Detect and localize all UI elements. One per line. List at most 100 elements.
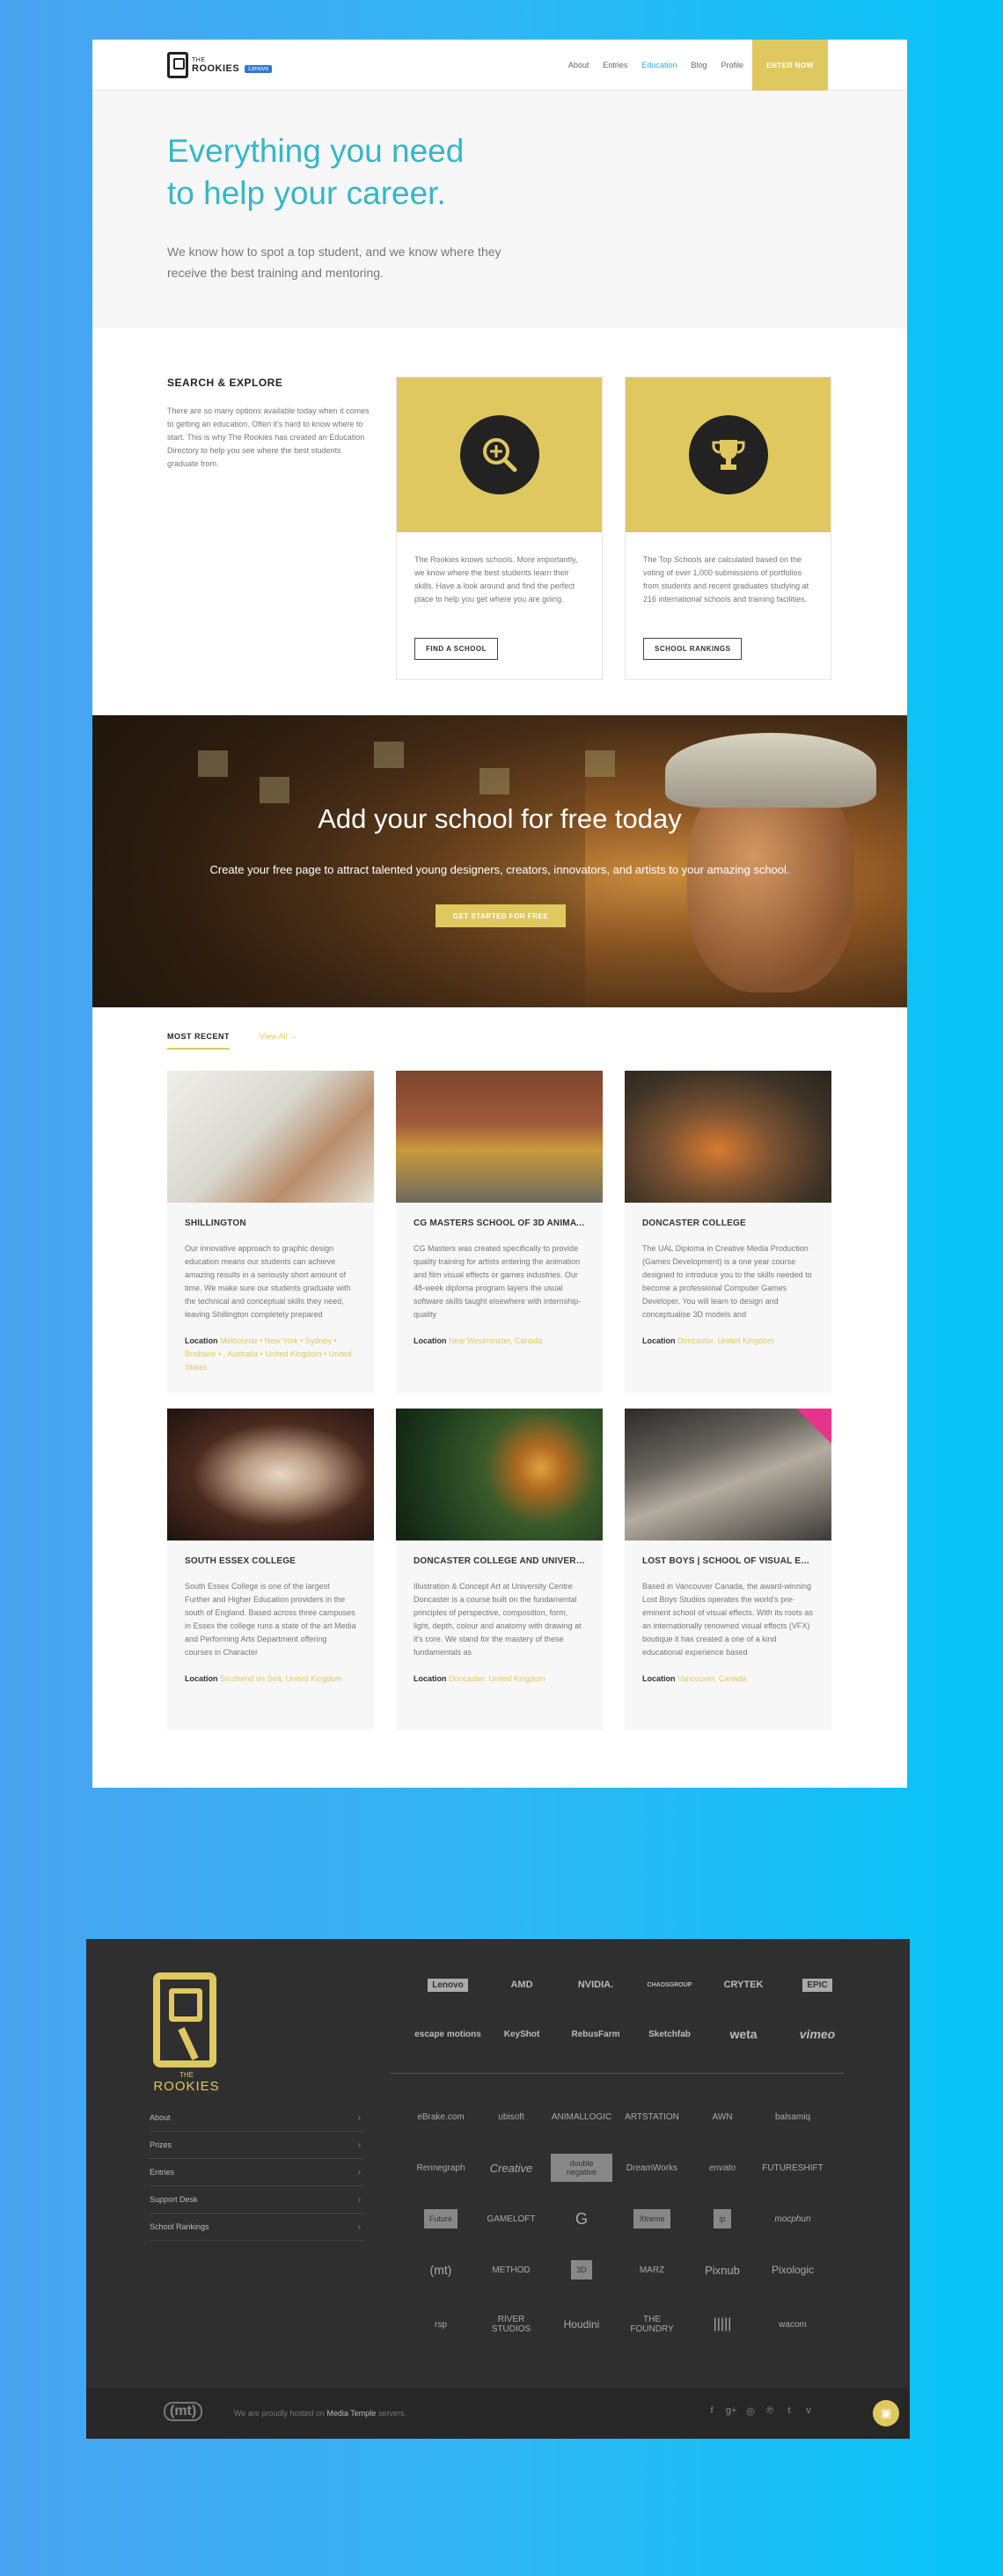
banner-note-decoration — [260, 777, 289, 803]
partner-logo[interactable]: Rennegraph — [410, 2150, 472, 2185]
view-all-link[interactable]: View All → — [260, 1032, 297, 1041]
school-location: Location Doncaster, United Kingdom — [642, 1336, 774, 1345]
footer-link-support-desk[interactable]: Support Desk › — [150, 2186, 364, 2214]
find-school-text: The Rookies knows schools. More importan… — [414, 555, 578, 604]
school-card[interactable]: SHILLINGTON Our innovative approach to g… — [167, 1071, 374, 1393]
nav-education[interactable]: Education — [641, 61, 677, 70]
partner-logo[interactable]: THE FOUNDRY — [621, 2307, 683, 2342]
school-rankings-card: The Top Schools are calculated based on … — [625, 377, 831, 680]
search-intro: SEARCH & EXPLORE There are so many optio… — [167, 377, 374, 471]
school-name: CG MASTERS SCHOOL OF 3D ANIMATI... — [414, 1218, 585, 1228]
sponsor-logo[interactable]: Sketchfab — [635, 2018, 704, 2050]
lenovo-badge: Lenovo — [245, 64, 273, 73]
main-menu: About Entries Education Blog Profile — [554, 40, 743, 91]
footer-logo[interactable]: THE ROOKIES — [150, 1972, 229, 2094]
partner-logo[interactable]: GAMELOFT — [480, 2201, 542, 2236]
find-school-button[interactable]: FIND A SCHOOL — [414, 638, 499, 660]
nav-blog[interactable]: Blog — [691, 61, 706, 70]
media-temple-logo[interactable]: (mt) — [164, 2402, 203, 2421]
footer-link-about[interactable]: About › — [150, 2104, 364, 2132]
partner-logo[interactable]: Houdini — [551, 2307, 612, 2342]
school-card[interactable]: CG MASTERS SCHOOL OF 3D ANIMATI... CG Ma… — [396, 1071, 603, 1393]
school-name: DONCASTER COLLEGE AND UNIVERSI... — [414, 1556, 585, 1566]
banner-background-image — [92, 715, 585, 1007]
partner-logo[interactable]: G — [551, 2201, 612, 2236]
magnifier-plus-icon — [459, 415, 539, 494]
sponsor-logo[interactable]: weta — [709, 2018, 778, 2050]
logo-mark-icon — [167, 52, 188, 78]
most-recent-label: MOST RECENT — [167, 1032, 231, 1050]
chevron-right-icon: › — [357, 2167, 361, 2177]
footer-link-school-rankings[interactable]: School Rankings › — [150, 2214, 364, 2241]
partner-logo[interactable]: Pixnub — [692, 2252, 753, 2287]
school-description: CG Masters was created specifically to p… — [414, 1244, 582, 1319]
instagram-icon[interactable]: ◎ — [741, 2405, 760, 2417]
sponsor-logo[interactable]: CHAOSGROUP — [635, 1969, 704, 2001]
partner-logo[interactable]: ARTSTATION — [621, 2099, 683, 2134]
partner-logo[interactable]: Creative — [480, 2150, 542, 2185]
partner-logo[interactable]: Pixologic — [762, 2252, 824, 2287]
partner-logo[interactable]: wacom — [762, 2307, 824, 2342]
partner-logo[interactable]: FUTURESHIFT — [762, 2150, 824, 2185]
school-grid: SHILLINGTON Our innovative approach to g… — [92, 1071, 907, 1739]
twitter-icon[interactable]: t — [780, 2405, 799, 2417]
vimeo-icon[interactable]: v — [799, 2405, 818, 2417]
partner-logo[interactable]: METHOD — [480, 2252, 542, 2287]
school-card[interactable]: DONCASTER COLLEGE AND UNIVERSI... Illust… — [396, 1409, 603, 1731]
school-card[interactable]: DONCASTER COLLEGE The UAL Diploma in Cre… — [625, 1071, 831, 1393]
partner-logo[interactable]: AWN — [692, 2099, 753, 2134]
school-rankings-button[interactable]: SCHOOL RANKINGS — [643, 638, 743, 660]
partner-logo[interactable]: ||||| — [692, 2307, 753, 2342]
school-location: Location Vancouver, Canada — [642, 1674, 747, 1683]
sponsor-logo[interactable]: escape motions — [414, 2018, 482, 2050]
get-started-button[interactable]: GET STARTED FOR FREE — [436, 904, 566, 927]
partner-logo[interactable]: double negative — [551, 2150, 612, 2185]
search-heading: SEARCH & EXPLORE — [167, 377, 283, 389]
school-name: SOUTH ESSEX COLLEGE — [185, 1556, 297, 1566]
sponsor-logo[interactable]: EPIC — [783, 1969, 852, 2001]
google-plus-icon[interactable]: g+ — [721, 2405, 741, 2417]
pinterest-icon[interactable]: ℗ — [760, 2405, 780, 2417]
footer-link-entries[interactable]: Entries › — [150, 2159, 364, 2186]
media-temple-link[interactable]: Media Temple — [326, 2409, 376, 2418]
banner-note-decoration — [198, 750, 228, 777]
facebook-icon[interactable]: f — [702, 2405, 721, 2417]
nav-about[interactable]: About — [568, 61, 589, 70]
logo[interactable]: THE ROOKIES Lenovo — [167, 52, 273, 78]
nav-profile[interactable]: Profile — [721, 61, 743, 70]
sponsor-logo[interactable]: CRYTEK — [709, 1969, 778, 2001]
partner-logo[interactable]: DreamWorks — [621, 2150, 683, 2185]
partner-logo[interactable]: ip — [692, 2201, 753, 2236]
footer-brand: ROOKIES — [153, 2079, 220, 2094]
enter-now-button[interactable]: ENTER NOW — [752, 40, 828, 91]
partner-logo[interactable]: (mt) — [410, 2252, 472, 2287]
sponsor-logo[interactable]: Lenovo — [414, 1969, 482, 2001]
logo-text: THE ROOKIES — [192, 56, 240, 74]
banner-note-decoration — [374, 742, 404, 768]
partner-logo[interactable]: mocphun — [762, 2201, 824, 2236]
partner-logo[interactable]: MARZ — [621, 2252, 683, 2287]
partner-logo[interactable]: ubisoft — [480, 2099, 542, 2134]
nav-entries[interactable]: Entries — [603, 61, 627, 70]
partner-logo[interactable]: ANIMALLOGIC — [551, 2099, 612, 2134]
partner-logo[interactable]: RIVER STUDIOS — [480, 2307, 542, 2342]
school-location: Location Southend on Sea, United Kingdom — [185, 1674, 342, 1683]
sponsor-logo[interactable]: KeyShot — [487, 2018, 556, 2050]
school-card[interactable]: ★ LOST BOYS | SCHOOL OF VISUAL EFFE... B… — [625, 1409, 831, 1731]
partner-logo[interactable]: envato — [692, 2150, 753, 2185]
footer-link-prizes[interactable]: Prizes › — [150, 2132, 364, 2159]
school-name: SHILLINGTON — [185, 1218, 246, 1228]
partner-logo[interactable]: Future — [410, 2201, 472, 2236]
partner-logo[interactable]: eBrake.com — [410, 2099, 472, 2134]
sponsor-logo[interactable]: NVIDIA. — [561, 1969, 630, 2001]
partner-logo[interactable]: rsp — [410, 2307, 472, 2342]
partner-logo[interactable]: Xtreme — [621, 2201, 683, 2236]
sponsor-logo[interactable]: RebusFarm — [561, 2018, 630, 2050]
partner-logo[interactable]: balsamiq — [762, 2099, 824, 2134]
chat-widget-icon[interactable]: ▣ — [873, 2400, 899, 2426]
partner-logo[interactable]: 3D — [551, 2252, 612, 2287]
find-school-card-image — [397, 377, 602, 532]
sponsor-logo[interactable]: vimeo — [783, 2018, 852, 2050]
sponsor-logo[interactable]: AMD — [487, 1969, 556, 2001]
school-card[interactable]: SOUTH ESSEX COLLEGE South Essex College … — [167, 1409, 374, 1731]
